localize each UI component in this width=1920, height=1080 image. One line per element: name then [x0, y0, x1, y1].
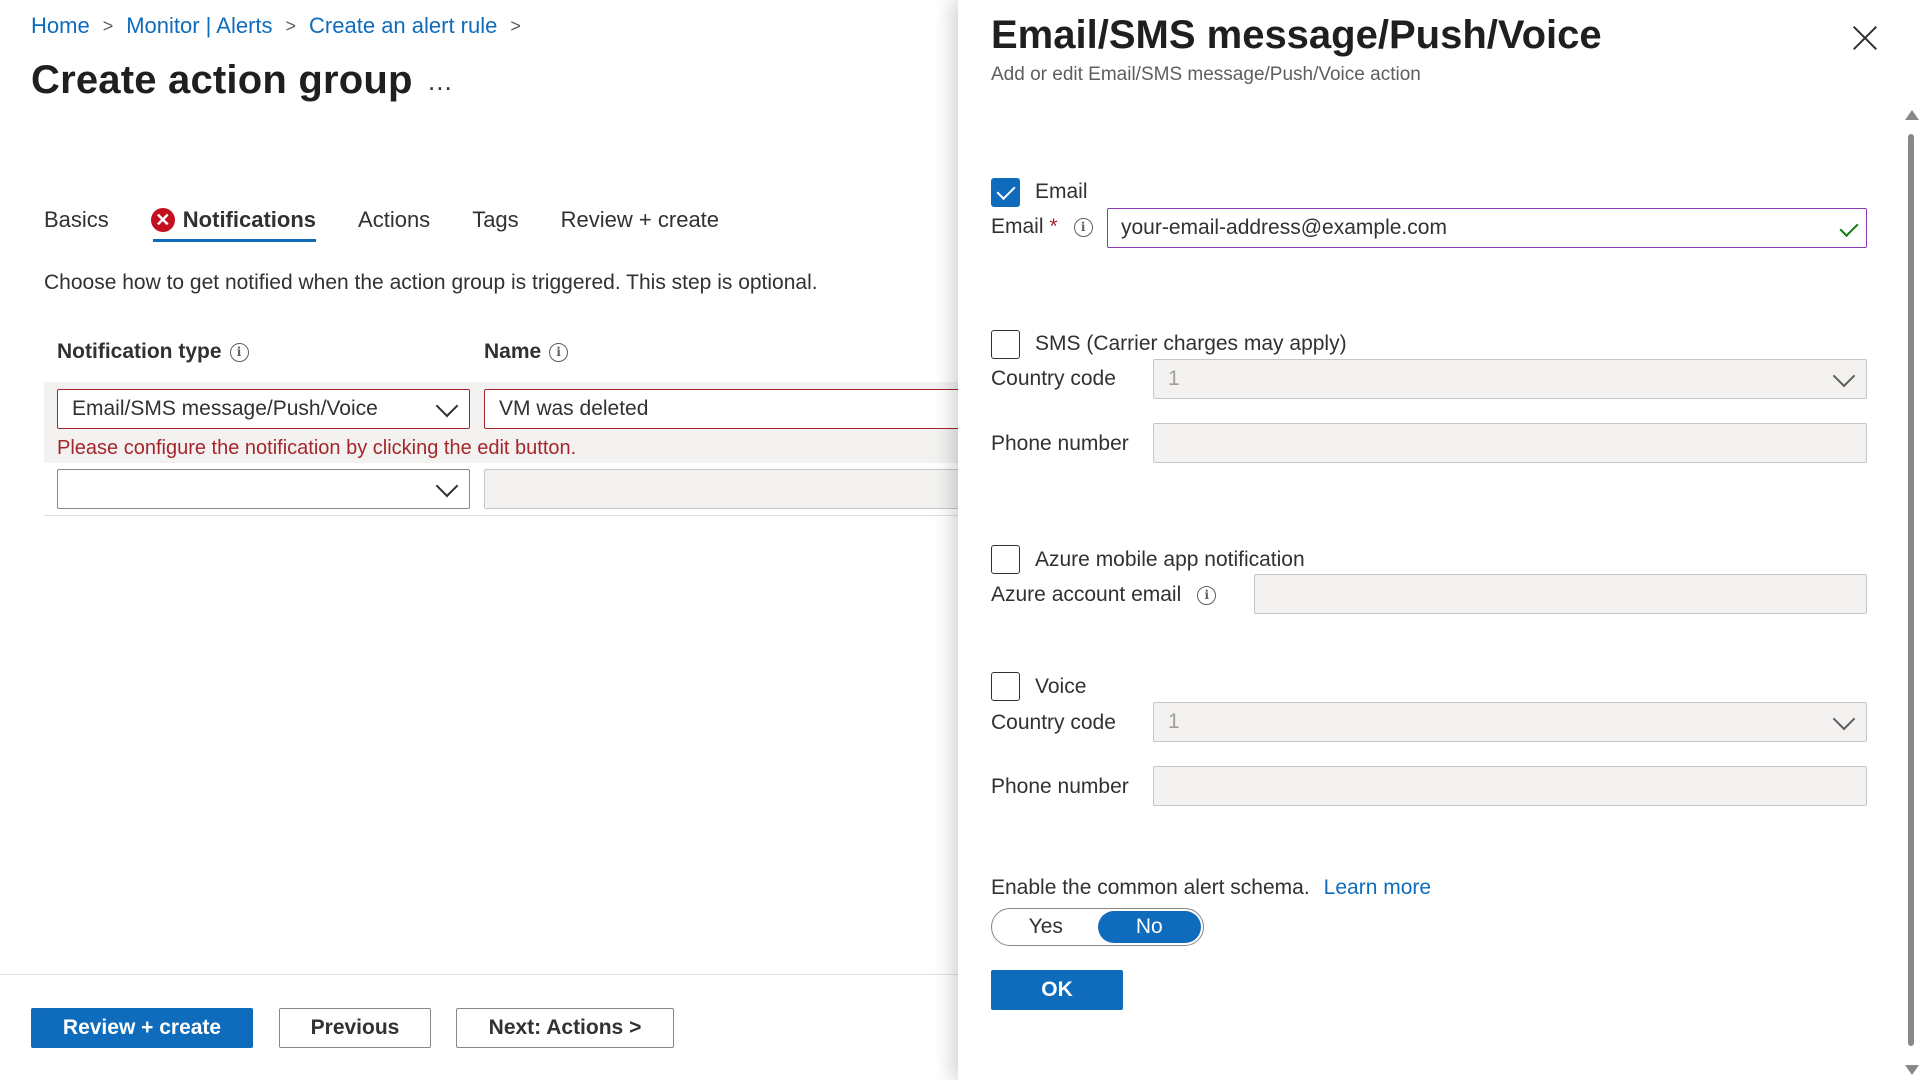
voice-country-code-label: Country code [991, 711, 1116, 734]
error-message: Please configure the notification by cli… [57, 437, 577, 459]
email-value: your-email-address@example.com [1121, 216, 1447, 239]
breadcrumb-home[interactable]: Home [31, 13, 90, 39]
toggle-option-no[interactable]: No [1097, 911, 1201, 943]
voice-checkbox-label: Voice [1035, 675, 1087, 698]
chevron-right-icon: > [510, 15, 521, 36]
scroll-down-arrow-icon[interactable] [1905, 1065, 1919, 1075]
tab-label: Actions [358, 207, 431, 232]
header-label: Notification type [57, 340, 222, 363]
chevron-down-icon [1832, 364, 1856, 388]
azure-account-email-label: Azure account email i [991, 583, 1217, 607]
voice-phone-label: Phone number [991, 775, 1129, 798]
required-mark: * [1049, 215, 1058, 238]
voice-checkbox[interactable] [991, 672, 1020, 701]
panel-subtitle: Add or edit Email/SMS message/Push/Voice… [991, 64, 1421, 85]
voice-country-code-dropdown[interactable]: 1 [1153, 702, 1867, 742]
breadcrumb-create-alert-rule[interactable]: Create an alert rule [309, 13, 497, 39]
email-checkbox-label: Email [1035, 180, 1088, 203]
review-create-button[interactable]: Review + create [31, 1008, 253, 1048]
sms-checkbox-label: SMS (Carrier charges may apply) [1035, 332, 1347, 355]
notification-type-dropdown-empty[interactable] [57, 469, 470, 509]
tab-tags[interactable]: Tags [472, 197, 518, 243]
tab-label: Review + create [560, 207, 720, 232]
voice-phone-input[interactable] [1153, 766, 1867, 806]
tab-review-create[interactable]: Review + create [561, 197, 719, 243]
name-input-empty[interactable] [484, 469, 964, 509]
breadcrumb-monitor-alerts[interactable]: Monitor | Alerts [126, 13, 272, 39]
toggle-option-yes[interactable]: Yes [994, 911, 1098, 943]
tab-label: Notifications [182, 207, 317, 232]
email-checkbox[interactable] [991, 178, 1020, 207]
dropdown-value: Email/SMS message/Push/Voice [72, 397, 378, 420]
more-options-button[interactable]: ... [428, 66, 453, 97]
learn-more-link[interactable]: Learn more [1324, 876, 1431, 900]
tab-label: Tags [472, 207, 519, 232]
scrollbar-thumb[interactable] [1908, 134, 1914, 1046]
tab-actions[interactable]: Actions [358, 197, 430, 243]
column-header-name: Name i [484, 340, 569, 364]
tab-bar: Basics ✕ Notifications Actions Tags Revi… [44, 197, 761, 243]
chevron-down-icon [1832, 707, 1856, 731]
azure-account-email-input[interactable] [1254, 574, 1867, 614]
dropdown-value: 1 [1168, 367, 1180, 390]
sms-phone-label: Phone number [991, 432, 1129, 455]
tab-label: Basics [44, 207, 109, 232]
input-value: VM was deleted [499, 397, 649, 420]
error-circle-icon: ✕ [150, 208, 175, 232]
chevron-down-icon [435, 474, 459, 498]
previous-button[interactable]: Previous [279, 1008, 431, 1048]
chevron-right-icon: > [102, 15, 114, 36]
info-icon[interactable]: i [549, 342, 569, 362]
tab-notifications[interactable]: ✕ Notifications [150, 197, 317, 243]
sms-checkbox[interactable] [991, 330, 1020, 359]
header-label: Name [484, 340, 542, 363]
tab-basics[interactable]: Basics [44, 197, 109, 243]
label-text: Azure account email [991, 583, 1182, 606]
sms-country-code-label: Country code [991, 367, 1116, 390]
push-checkbox-label: Azure mobile app notification [1035, 548, 1305, 571]
dropdown-value: 1 [1168, 710, 1180, 733]
alert-schema-toggle[interactable]: Yes No [991, 908, 1204, 946]
breadcrumb: Home > Monitor | Alerts > Create an aler… [31, 13, 534, 39]
panel-title: Email/SMS message/Push/Voice [991, 13, 1602, 57]
notification-type-dropdown[interactable]: Email/SMS message/Push/Voice [57, 389, 470, 429]
row-divider [44, 515, 958, 516]
push-checkbox[interactable] [991, 545, 1020, 574]
chevron-down-icon [435, 394, 459, 418]
page-title: Create action group [31, 58, 413, 102]
label-text: Email [991, 215, 1044, 238]
email-field-label: Email * i [991, 215, 1093, 239]
info-icon[interactable]: i [1073, 217, 1093, 237]
info-icon[interactable]: i [1197, 585, 1217, 605]
info-icon[interactable]: i [229, 342, 249, 362]
next-actions-button[interactable]: Next: Actions > [456, 1008, 674, 1048]
alert-schema-label: Enable the common alert schema. [991, 876, 1310, 899]
page-description: Choose how to get notified when the acti… [44, 271, 818, 294]
ok-button[interactable]: OK [991, 970, 1123, 1010]
sms-country-code-dropdown[interactable]: 1 [1153, 359, 1867, 399]
close-icon[interactable] [1851, 24, 1879, 52]
checkmark-icon [1839, 217, 1859, 238]
email-field[interactable]: your-email-address@example.com [1107, 208, 1867, 248]
footer-divider [0, 974, 958, 975]
sms-phone-input[interactable] [1153, 423, 1867, 463]
name-input[interactable]: VM was deleted [484, 389, 964, 429]
column-header-notification-type: Notification type i [57, 340, 249, 364]
chevron-right-icon: > [285, 15, 297, 36]
alert-schema-row: Enable the common alert schema. Learn mo… [991, 876, 1431, 900]
scroll-up-arrow-icon[interactable] [1905, 110, 1919, 120]
